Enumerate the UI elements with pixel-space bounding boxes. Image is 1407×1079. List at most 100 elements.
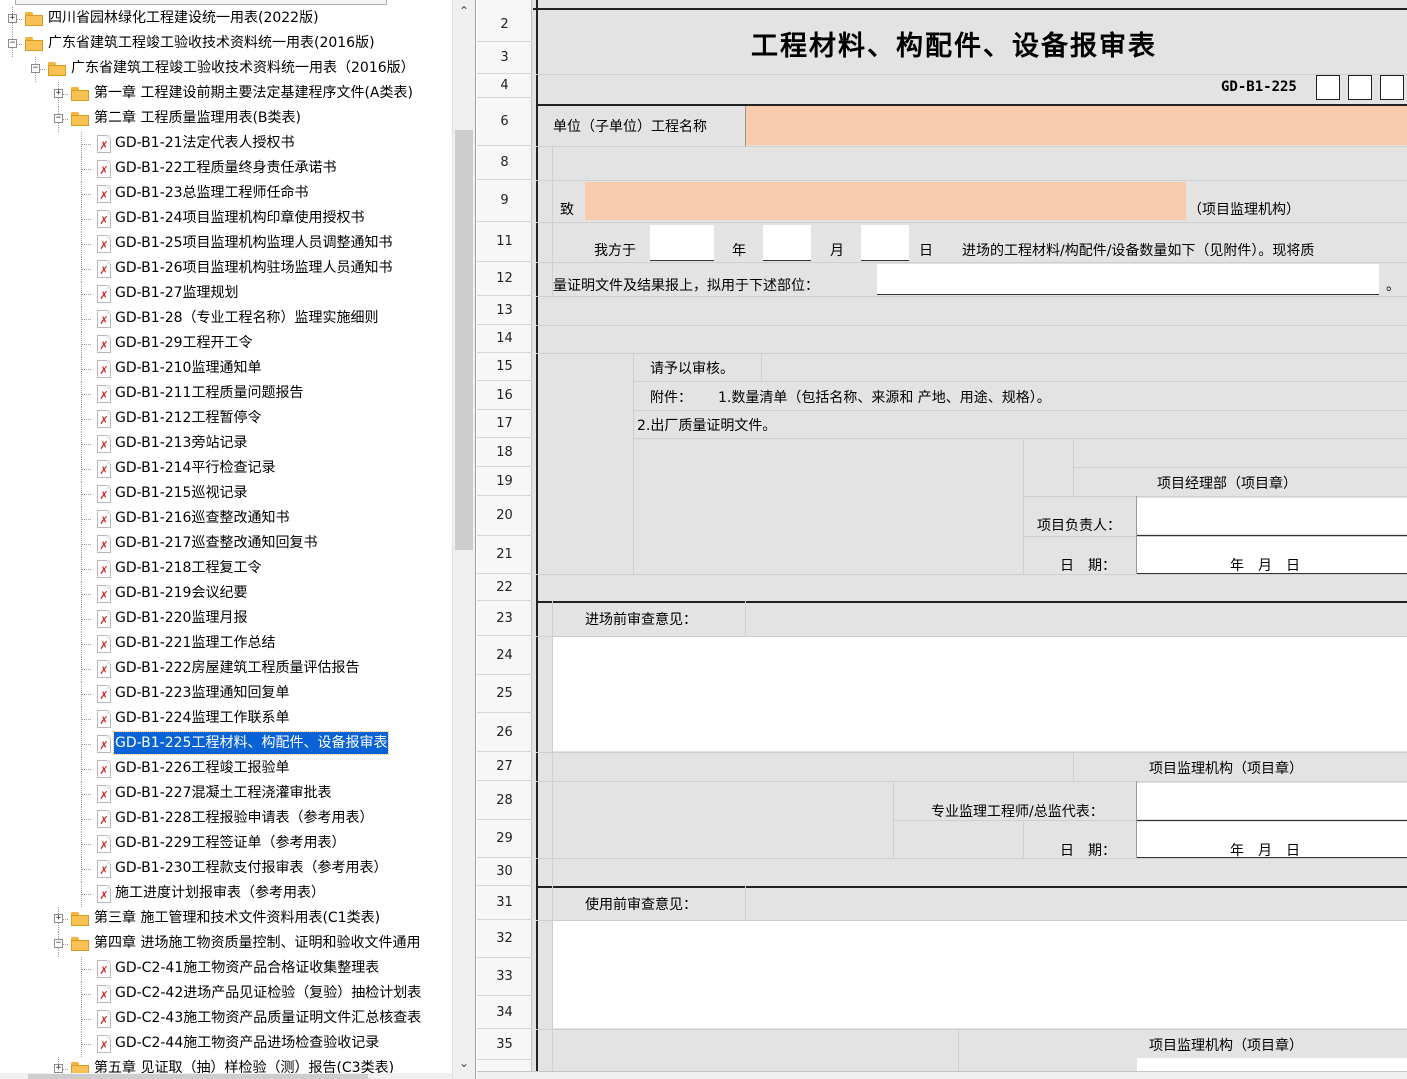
tree-file-node[interactable]: ✗ GD-B1-221监理工作总结 bbox=[0, 632, 452, 657]
row-header[interactable]: 11 bbox=[477, 222, 532, 262]
tree-file-node[interactable]: ✗ GD-B1-213旁站记录 bbox=[0, 432, 452, 457]
collapse-icon[interactable]: − bbox=[31, 64, 40, 73]
tree-file-node[interactable]: ✗ 施工进度计划报审表（参考用表） bbox=[0, 882, 452, 907]
tree-file-node[interactable]: ✗ GD-B1-219会议纪要 bbox=[0, 582, 452, 607]
row-header[interactable]: 24 bbox=[477, 636, 532, 675]
engineer-input[interactable] bbox=[1137, 783, 1407, 819]
tree-node-label[interactable]: 第四章 进场施工物资质量控制、证明和验收文件通用 bbox=[93, 932, 421, 954]
tree-node-label[interactable]: GD-B1-21法定代表人授权书 bbox=[114, 132, 296, 154]
row-header[interactable]: 2 bbox=[477, 8, 532, 42]
tree-folder-node[interactable]: − 第二章 工程质量监理用表(B类表) bbox=[0, 107, 452, 132]
row-header[interactable]: 29 bbox=[477, 820, 532, 858]
collapse-icon[interactable]: − bbox=[54, 939, 63, 948]
tree-file-node[interactable]: ✗ GD-C2-44施工物资产品进场检查验收记录 bbox=[0, 1032, 452, 1057]
tree-node-label[interactable]: GD-B1-213旁站记录 bbox=[114, 432, 248, 454]
row-header[interactable]: 21 bbox=[477, 536, 532, 574]
tree-node-label[interactable]: GD-B1-23总监理工程师任命书 bbox=[114, 182, 310, 204]
tree-node-label[interactable]: GD-C2-41施工物资产品合格证收集整理表 bbox=[114, 957, 380, 979]
pre-use-review-input[interactable] bbox=[553, 921, 1407, 1028]
tree-file-node[interactable]: ✗ GD-B1-212工程暂停令 bbox=[0, 407, 452, 432]
scroll-down-arrow-icon[interactable]: ⌄ bbox=[453, 1052, 475, 1074]
tree-node-label[interactable]: GD-B1-230工程款支付报审表（参考用表） bbox=[114, 857, 388, 879]
tree-folder-node[interactable]: + 第三章 施工管理和技术文件资料用表(C1类表) bbox=[0, 907, 452, 932]
tree-node-label[interactable]: GD-B1-211工程质量问题报告 bbox=[114, 382, 304, 404]
tree-node-label[interactable]: 第二章 工程质量监理用表(B类表) bbox=[93, 107, 302, 129]
tree-node-label[interactable]: GD-B1-224监理工作联系单 bbox=[114, 707, 290, 729]
tree-folder-node[interactable]: + 四川省园林绿化工程建设统一用表(2022版) bbox=[0, 7, 452, 32]
tree-file-node[interactable]: ✗ GD-B1-210监理通知单 bbox=[0, 357, 452, 382]
tree-file-node[interactable]: ✗ GD-B1-224监理工作联系单 bbox=[0, 707, 452, 732]
tree-node-label[interactable]: 第一章 工程建设前期主要法定基建程序文件(A类表) bbox=[93, 82, 414, 104]
tree-file-node[interactable]: ✗ GD-B1-29工程开工令 bbox=[0, 332, 452, 357]
row-header[interactable]: 9 bbox=[477, 180, 532, 222]
tree-file-node[interactable]: ✗ GD-B1-25项目监理机构监理人员调整通知书 bbox=[0, 232, 452, 257]
tree-file-node[interactable]: ✗ GD-B1-225工程材料、构配件、设备报审表 bbox=[0, 731, 452, 757]
row-header[interactable]: 35 bbox=[477, 1029, 532, 1060]
tree-node-label[interactable]: GD-B1-210监理通知单 bbox=[114, 357, 262, 379]
month-input[interactable] bbox=[763, 225, 811, 260]
tree-file-node[interactable]: ✗ GD-B1-211工程质量问题报告 bbox=[0, 382, 452, 407]
tree-file-node[interactable]: ✗ GD-B1-220监理月报 bbox=[0, 607, 452, 632]
tree-node-label[interactable]: GD-C2-44施工物资产品进场检查验收记录 bbox=[114, 1032, 380, 1054]
tree-file-node[interactable]: ✗ GD-B1-215巡视记录 bbox=[0, 482, 452, 507]
tree-node-label[interactable]: GD-B1-225工程材料、构配件、设备报审表 bbox=[112, 731, 390, 755]
expand-icon[interactable]: + bbox=[8, 14, 17, 23]
tree-file-node[interactable]: ✗ GD-B1-229工程签证单（参考用表） bbox=[0, 832, 452, 857]
tree-folder-node[interactable]: + 第一章 工程建设前期主要法定基建程序文件(A类表) bbox=[0, 82, 452, 107]
tree-file-node[interactable]: ✗ GD-B1-22工程质量终身责任承诺书 bbox=[0, 157, 452, 182]
year-input[interactable] bbox=[650, 225, 714, 260]
row-header[interactable]: 18 bbox=[477, 438, 532, 467]
row-header[interactable]: 8 bbox=[477, 146, 532, 180]
expand-icon[interactable]: + bbox=[54, 89, 63, 98]
tree-file-node[interactable]: ✗ GD-B1-21法定代表人授权书 bbox=[0, 132, 452, 157]
scroll-thumb[interactable] bbox=[455, 130, 473, 550]
supervision-org-input[interactable] bbox=[585, 182, 1186, 220]
row-header[interactable]: 22 bbox=[477, 574, 532, 601]
sheet-tab-bar[interactable] bbox=[477, 1071, 1407, 1079]
tree-node-label[interactable]: GD-B1-229工程签证单（参考用表） bbox=[114, 832, 346, 854]
collapse-icon[interactable]: − bbox=[8, 39, 17, 48]
tree-node-label[interactable]: GD-B1-228工程报验申请表（参考用表） bbox=[114, 807, 374, 829]
row-header[interactable]: 17 bbox=[477, 410, 532, 438]
code-box-1[interactable] bbox=[1316, 75, 1340, 100]
row-header[interactable]: 14 bbox=[477, 325, 532, 353]
tree-node-label[interactable]: 第三章 施工管理和技术文件资料用表(C1类表) bbox=[93, 907, 381, 929]
tree-node-label[interactable]: GD-B1-216巡查整改通知书 bbox=[114, 507, 290, 529]
tree-node-label[interactable]: GD-B1-29工程开工令 bbox=[114, 332, 254, 354]
row-header[interactable]: 28 bbox=[477, 781, 532, 820]
tree-file-node[interactable]: ✗ GD-C2-42进场产品见证检验（复验）抽检计划表 bbox=[0, 982, 452, 1007]
tree-folder-node[interactable]: − 第四章 进场施工物资质量控制、证明和验收文件通用 bbox=[0, 932, 452, 957]
tree-file-node[interactable]: ✗ GD-B1-230工程款支付报审表（参考用表） bbox=[0, 857, 452, 882]
row-header[interactable]: 3 bbox=[477, 42, 532, 74]
row-header[interactable]: 25 bbox=[477, 675, 532, 713]
tree-node-label[interactable]: GD-B1-24项目监理机构印章使用授权书 bbox=[114, 207, 366, 229]
row-header[interactable]: 31 bbox=[477, 886, 532, 920]
tree-node-label[interactable]: 广东省建筑工程竣工验收技术资料统一用表（2016版） bbox=[70, 57, 416, 79]
project-name-input[interactable] bbox=[746, 106, 1407, 145]
collapse-icon[interactable]: − bbox=[54, 114, 63, 123]
tree-node-label[interactable]: GD-B1-25项目监理机构监理人员调整通知书 bbox=[114, 232, 394, 254]
row-header[interactable]: 12 bbox=[477, 262, 532, 296]
expand-icon[interactable]: + bbox=[54, 914, 63, 923]
row-header[interactable]: 19 bbox=[477, 467, 532, 496]
tree-file-node[interactable]: ✗ GD-B1-27监理规划 bbox=[0, 282, 452, 307]
tree-view[interactable]: + 四川省园林绿化工程建设统一用表(2022版) − 广东省建筑工程竣工验收技术资料统… bbox=[0, 0, 452, 1079]
tree-node-label[interactable]: GD-B1-215巡视记录 bbox=[114, 482, 248, 504]
tree-node-label[interactable]: GD-B1-219会议纪要 bbox=[114, 582, 248, 604]
tree-file-node[interactable]: ✗ GD-C2-43施工物资产品质量证明文件汇总核查表 bbox=[0, 1007, 452, 1032]
day-input[interactable] bbox=[861, 225, 909, 260]
tree-node-label[interactable]: GD-B1-26项目监理机构驻场监理人员通知书 bbox=[114, 257, 394, 279]
usage-location-input[interactable] bbox=[877, 264, 1379, 294]
tree-node-label[interactable]: GD-B1-214平行检查记录 bbox=[114, 457, 276, 479]
tree-node-label[interactable]: GD-B1-226工程竣工报验单 bbox=[114, 757, 290, 779]
tree-node-label[interactable]: GD-B1-223监理通知回复单 bbox=[114, 682, 290, 704]
tree-node-label[interactable]: GD-C2-43施工物资产品质量证明文件汇总核查表 bbox=[114, 1007, 422, 1029]
code-box-3[interactable] bbox=[1380, 75, 1404, 100]
row-header[interactable]: 33 bbox=[477, 958, 532, 996]
tree-node-label[interactable]: GD-B1-227混凝土工程浇灌审批表 bbox=[114, 782, 332, 804]
horizontal-scroll-thumb[interactable] bbox=[28, 1074, 368, 1079]
row-header[interactable]: 34 bbox=[477, 996, 532, 1029]
tree-file-node[interactable]: ✗ GD-B1-26项目监理机构驻场监理人员通知书 bbox=[0, 257, 452, 282]
row-header[interactable]: 4 bbox=[477, 74, 532, 98]
row-header[interactable]: 32 bbox=[477, 920, 532, 958]
